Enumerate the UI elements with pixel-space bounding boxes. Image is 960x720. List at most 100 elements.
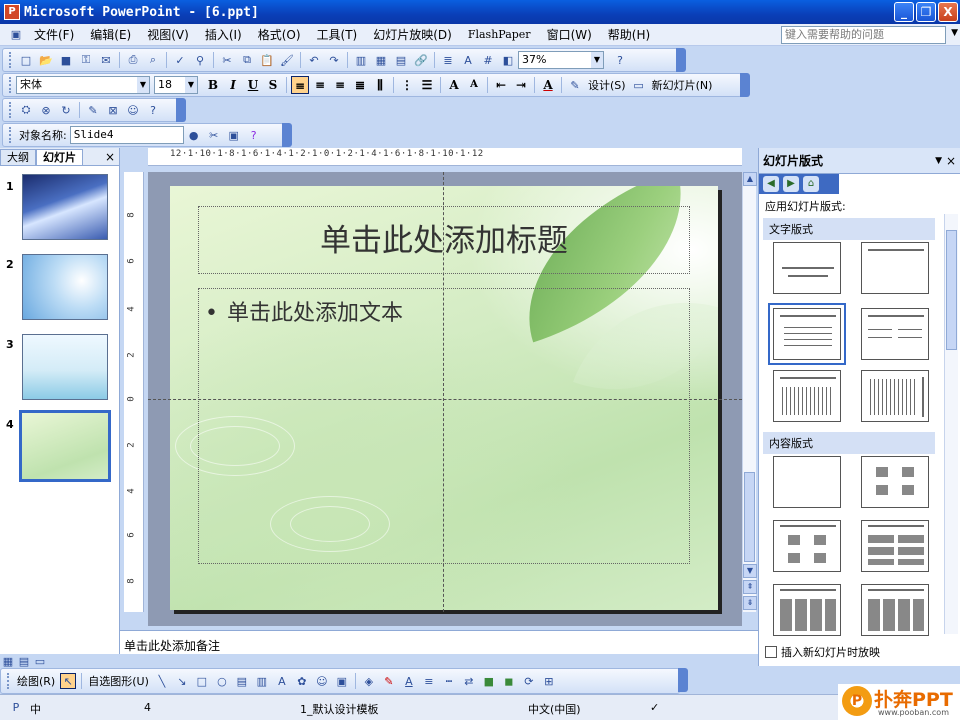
layout-four-content[interactable] [773, 584, 841, 636]
color-grayscale-icon[interactable]: ◧ [500, 52, 516, 68]
layout-title-and-text[interactable] [768, 303, 846, 365]
increase-indent-icon[interactable]: ⇥ [512, 76, 530, 94]
task-pane-scrollbar[interactable] [944, 214, 958, 634]
bold-button[interactable]: B [204, 76, 222, 94]
menu-format[interactable]: 格式(O) [250, 25, 309, 45]
layout-title-two-content[interactable] [861, 584, 929, 636]
diagram-icon[interactable]: ✿ [294, 673, 310, 689]
bullets-icon[interactable]: ☰ [418, 76, 436, 94]
permission-icon[interactable]: ⚿ [78, 52, 94, 68]
slideshow-view-icon[interactable]: ▭ [33, 654, 47, 668]
sorter-view-icon[interactable]: ▤ [17, 654, 31, 668]
restore-button[interactable]: ❐ [916, 2, 936, 22]
menu-help[interactable]: 帮助(H) [600, 25, 658, 45]
research-icon[interactable]: ⚲ [192, 52, 208, 68]
slideshow-icon[interactable]: ⛭ [18, 102, 34, 118]
open-icon[interactable]: 📂 [38, 52, 54, 68]
insert-chart-icon[interactable]: ▥ [353, 52, 369, 68]
markup-icon[interactable]: ⊠ [105, 102, 121, 118]
align-right-icon[interactable]: ≡ [331, 76, 349, 94]
save-icon[interactable]: ■ [58, 52, 74, 68]
scroll-up-icon[interactable]: ▲ [743, 172, 757, 186]
arrow-style-icon[interactable]: ⇄ [461, 673, 477, 689]
layout-vertical-title-text[interactable] [861, 370, 929, 422]
insert-table-icon[interactable]: ▦ [373, 52, 389, 68]
font-select[interactable]: 宋体 ▼ [16, 76, 150, 94]
slide-thumbnail-2[interactable] [22, 254, 108, 320]
align-left-icon[interactable]: ≡ [291, 76, 309, 94]
layout-content[interactable] [861, 456, 929, 508]
design-icon[interactable]: ✎ [567, 77, 583, 93]
fill-color-icon[interactable]: ◈ [361, 673, 377, 689]
wordart-icon[interactable]: A [274, 673, 290, 689]
cut-icon[interactable]: ✂ [219, 52, 235, 68]
spelling-icon[interactable]: ✓ [172, 52, 188, 68]
new-slide-button[interactable]: 新幻灯片(N) [652, 77, 713, 93]
slide-thumbnail-4[interactable] [19, 410, 111, 482]
show-on-insert-checkbox[interactable]: 插入新幻灯片时放映 [765, 644, 880, 660]
print-preview-icon[interactable]: ⌕ [145, 52, 161, 68]
design-button[interactable]: 设计(S) [588, 77, 626, 93]
vertical-scrollbar[interactable]: ▲ ▼ ⇞ ⇟ [742, 172, 757, 612]
menu-slideshow[interactable]: 幻灯片放映(D) [365, 25, 460, 45]
underline-button[interactable]: U [244, 76, 262, 94]
tab-slides[interactable]: 幻灯片 [36, 149, 83, 165]
shadow-style-icon[interactable]: ■ [481, 673, 497, 689]
rotate-icon[interactable]: ⟳ [521, 673, 537, 689]
question-icon[interactable]: ? [246, 127, 262, 143]
close-icon[interactable]: × [105, 149, 115, 165]
adjust-icon[interactable]: ⊞ [541, 673, 557, 689]
layout-two-content[interactable] [861, 520, 929, 572]
vertical-guide[interactable] [443, 172, 444, 612]
ime-language-icon[interactable]: 中 [30, 701, 41, 717]
next-slide-icon[interactable]: ⇟ [743, 596, 757, 610]
back-icon[interactable]: ◀ [763, 176, 779, 192]
menu-flashpaper[interactable]: FlashPaper [460, 25, 539, 45]
menu-file[interactable]: 文件(F) [26, 25, 82, 45]
select-pointer-icon[interactable]: ↖ [60, 673, 77, 689]
record-icon[interactable]: ⊗ [38, 102, 54, 118]
line-style-icon[interactable]: ≡ [421, 673, 437, 689]
new-slide-icon[interactable]: ▭ [631, 77, 647, 93]
menu-window[interactable]: 窗口(W) [539, 25, 600, 45]
slide-canvas[interactable]: 单击此处添加标题 • 单击此处添加文本 [170, 186, 718, 610]
body-placeholder[interactable]: • 单击此处添加文本 [198, 288, 690, 564]
title-placeholder[interactable]: 单击此处添加标题 [198, 206, 690, 274]
globe-icon[interactable]: ● [186, 127, 202, 143]
layout-title-only[interactable] [861, 242, 929, 294]
slide-thumbnail-3[interactable] [22, 334, 108, 400]
copy-icon[interactable]: ⧉ [239, 52, 255, 68]
picture-icon[interactable]: ▣ [334, 673, 350, 689]
task-pane-close-icon[interactable]: × [946, 148, 956, 174]
horizontal-guide[interactable] [148, 399, 742, 400]
document-icon[interactable]: ▣ [8, 27, 24, 43]
forward-icon[interactable]: ▶ [783, 176, 799, 192]
paste-icon[interactable]: 📋 [259, 52, 275, 68]
layout-two-column-text[interactable] [861, 308, 929, 360]
shadow-button[interactable]: S [264, 76, 282, 94]
notes-pane[interactable]: 单击此处添加备注 [120, 630, 758, 654]
zoom-select[interactable]: 37% ▼ [518, 51, 604, 69]
rectangle-icon[interactable]: □ [194, 673, 210, 689]
italic-button[interactable]: I [224, 76, 242, 94]
print-icon[interactable]: ⎙ [125, 52, 141, 68]
edit-icon[interactable]: ✎ [85, 102, 101, 118]
arrow-icon[interactable]: ↘ [174, 673, 190, 689]
decrease-indent-icon[interactable]: ⇤ [492, 76, 510, 94]
decrease-font-icon[interactable]: A [465, 76, 483, 94]
dash-style-icon[interactable]: ┅ [441, 673, 457, 689]
help-search-input[interactable]: 键入需要帮助的问题 [781, 26, 946, 44]
scroll-thumb[interactable] [744, 472, 755, 562]
scroll-down-icon[interactable]: ▼ [743, 564, 757, 578]
layout-vertical-text[interactable] [773, 370, 841, 422]
task-pane-menu-icon[interactable]: ▼ [935, 148, 942, 174]
home-icon[interactable]: ⌂ [803, 176, 819, 192]
layout-blank[interactable] [773, 456, 841, 508]
columns-icon[interactable]: ⫼ [371, 76, 389, 94]
hyperlink-icon[interactable]: 🔗 [413, 52, 429, 68]
menu-view[interactable]: 视图(V) [139, 25, 197, 45]
textbox-icon[interactable]: ▤ [234, 673, 250, 689]
minimize-button[interactable]: _ [894, 2, 914, 22]
tables-borders-icon[interactable]: ▤ [393, 52, 409, 68]
clipart-icon[interactable]: ☺ [314, 673, 330, 689]
